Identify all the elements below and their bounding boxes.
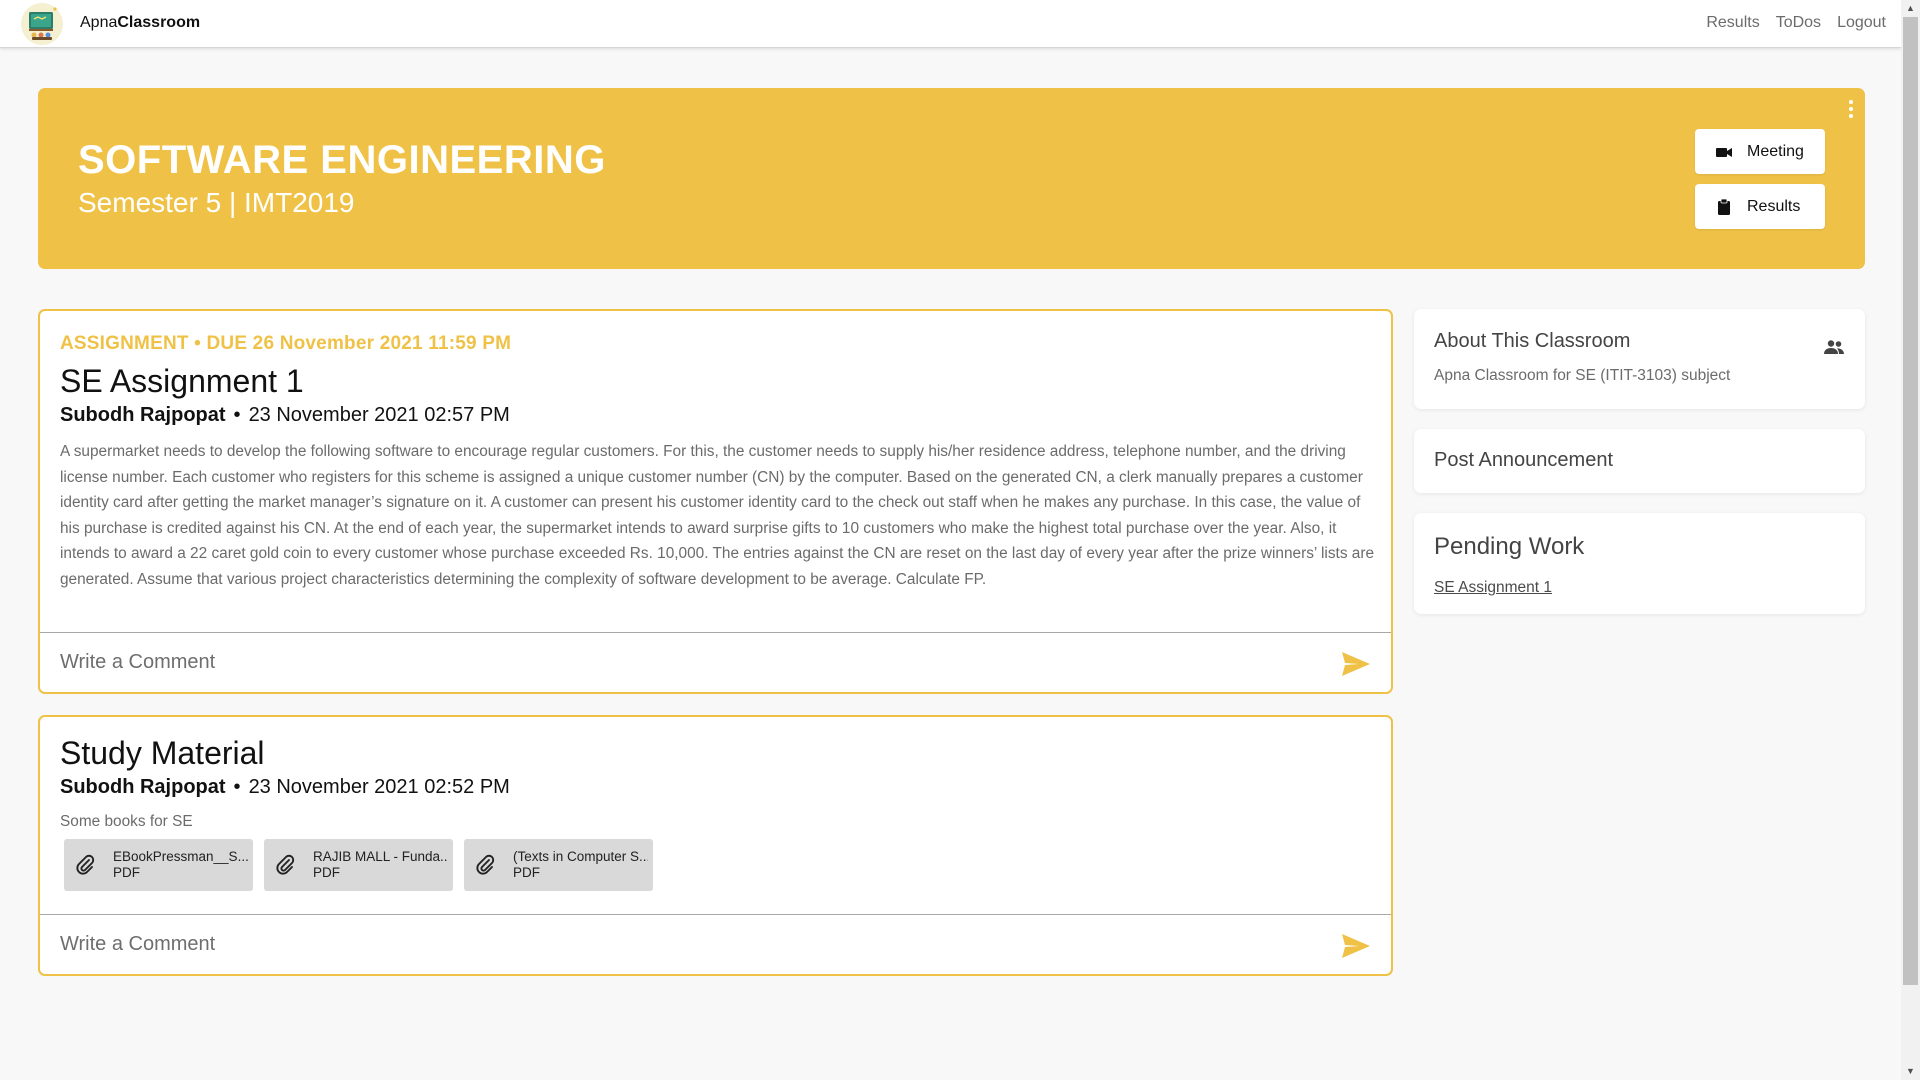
page-scrollbar[interactable]: ▲ ▼ xyxy=(1901,0,1920,1080)
nav-link-todos[interactable]: ToDos xyxy=(1776,14,1821,32)
meeting-button-label: Meeting xyxy=(1747,142,1804,160)
material-post-card: Study Material Subodh Rajpopat • 23 Novemb… xyxy=(38,715,1393,976)
banner-results-button[interactable]: Results xyxy=(1695,184,1825,229)
separator-dot: • xyxy=(233,404,241,426)
classroom-logo-icon xyxy=(22,4,62,44)
comment-input[interactable] xyxy=(60,929,1260,959)
attachment-name: EBookPressman__S... xyxy=(113,849,248,864)
nav-link-logout[interactable]: Logout xyxy=(1837,14,1886,32)
nav-link-results[interactable]: Results xyxy=(1706,14,1759,32)
attachment-type: PDF xyxy=(113,865,140,880)
meeting-button[interactable]: Meeting xyxy=(1695,129,1825,174)
top-navbar: ApnaClassroom Results ToDos Logout xyxy=(0,0,1901,48)
pending-item-link[interactable]: SE Assignment 1 xyxy=(1434,579,1552,597)
comment-input[interactable] xyxy=(60,647,1260,677)
attachment-type: PDF xyxy=(513,865,540,880)
attachment-type: PDF xyxy=(313,865,340,880)
people-icon[interactable] xyxy=(1823,339,1845,355)
video-camera-icon xyxy=(1716,147,1732,157)
attachment-chip[interactable]: RAJIB MALL - Funda... PDF xyxy=(264,839,453,891)
about-heading: About This Classroom xyxy=(1434,330,1631,352)
pending-heading: Pending Work xyxy=(1434,533,1585,560)
post-title[interactable]: SE Assignment 1 xyxy=(60,363,1371,400)
post-author: Subodh Rajpopat xyxy=(60,776,226,798)
scroll-thumb[interactable] xyxy=(1903,17,1918,985)
about-text: Apna Classroom for SE (ITIT-3103) subjec… xyxy=(1434,367,1731,384)
separator-dot: • xyxy=(233,776,241,798)
results-button-label: Results xyxy=(1747,197,1801,215)
kebab-menu-icon[interactable] xyxy=(1847,98,1855,120)
post-title[interactable]: Study Material xyxy=(60,735,1371,772)
attachment-list: EBookPressman__S... PDF RAJIB MALL - Fund… xyxy=(64,839,1371,891)
about-classroom-card: About This Classroom Apna Classroom for … xyxy=(1414,309,1865,409)
comment-row xyxy=(40,914,1391,974)
assignment-due-meta: ASSIGNMENT • DUE 26 November 2021 11:59 … xyxy=(60,333,512,354)
send-icon[interactable] xyxy=(1341,651,1371,677)
attachment-chip[interactable]: EBookPressman__S... PDF xyxy=(64,839,253,891)
class-title: SOFTWARE ENGINEERING xyxy=(78,138,606,182)
assignment-post-card: ASSIGNMENT • DUE 26 November 2021 11:59 … xyxy=(38,309,1393,694)
comment-row xyxy=(40,632,1391,692)
scroll-down-arrow-icon[interactable]: ▼ xyxy=(1901,1063,1920,1080)
scroll-up-arrow-icon[interactable]: ▲ xyxy=(1901,0,1920,17)
pending-work-card: Pending Work SE Assignment 1 xyxy=(1414,513,1865,614)
post-timestamp: 23 November 2021 02:57 PM xyxy=(248,404,510,426)
brand-name[interactable]: ApnaClassroom xyxy=(80,14,200,32)
attachment-name: (Texts in Computer S... xyxy=(513,849,648,864)
class-banner: SOFTWARE ENGINEERING Semester 5 | IMT201… xyxy=(38,88,1865,269)
clipboard-icon xyxy=(1718,198,1730,215)
material-description: Some books for SE xyxy=(60,813,193,830)
post-announcement-card[interactable]: Post Announcement xyxy=(1414,429,1865,493)
paperclip-icon xyxy=(276,854,295,875)
post-timestamp: 23 November 2021 02:52 PM xyxy=(248,776,510,798)
app-logo[interactable] xyxy=(21,3,63,45)
nav-links: Results ToDos Logout xyxy=(1706,14,1886,32)
post-author-line: Subodh Rajpopat • 23 November 2021 02:57 P… xyxy=(60,404,1371,427)
paperclip-icon xyxy=(76,854,95,875)
assignment-description: A supermarket needs to develop the follo… xyxy=(60,443,1375,588)
post-author-line: Subodh Rajpopat • 23 November 2021 02:52 P… xyxy=(60,776,1371,799)
attachment-name: RAJIB MALL - Funda... xyxy=(313,849,448,864)
post-announcement-label: Post Announcement xyxy=(1434,449,1614,471)
brand-prefix: Apna xyxy=(80,14,118,31)
attachment-chip[interactable]: (Texts in Computer S... PDF xyxy=(464,839,653,891)
post-author: Subodh Rajpopat xyxy=(60,404,226,426)
brand-suffix: Classroom xyxy=(117,14,201,31)
class-subtitle: Semester 5 | IMT2019 xyxy=(78,187,355,218)
paperclip-icon xyxy=(476,854,495,875)
send-icon[interactable] xyxy=(1341,933,1371,959)
